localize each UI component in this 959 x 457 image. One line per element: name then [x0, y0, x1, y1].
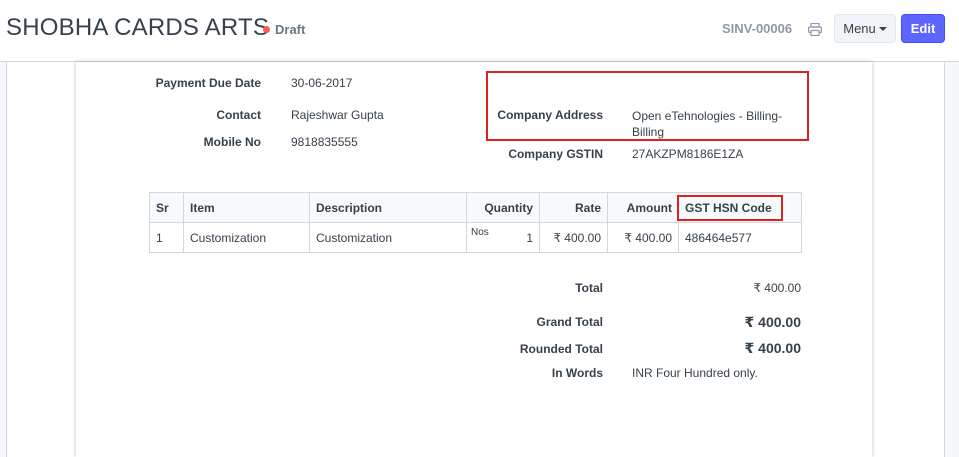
in-words-value: INR Four Hundred only.	[632, 366, 758, 380]
rounded-total-label: Rounded Total	[519, 342, 603, 356]
cell-quantity: Nos 1	[466, 222, 540, 253]
in-words-label: In Words	[551, 366, 603, 380]
cell-qty: 1	[526, 230, 533, 245]
document-number: SINV-00006	[722, 21, 793, 36]
status-indicator: Draft	[263, 22, 305, 37]
company-address-label: Company Address	[497, 108, 603, 122]
cell-sr: 1	[149, 222, 184, 253]
payment-due-date-label: Payment Due Date	[155, 76, 261, 90]
contact-label: Contact	[216, 108, 261, 122]
cell-rate: ₹ 400.00	[539, 222, 608, 253]
contact-value: Rajeshwar Gupta	[291, 108, 384, 122]
menu-button-label: Menu	[843, 21, 876, 36]
cell-amount: ₹ 400.00	[607, 222, 679, 253]
grand-total-value: ₹ 400.00	[744, 314, 801, 330]
col-header-quantity: Quantity	[466, 192, 540, 223]
mobile-no-label: Mobile No	[203, 135, 261, 149]
menu-button[interactable]: Menu	[834, 14, 896, 43]
total-value: ₹ 400.00	[753, 281, 801, 295]
payment-due-date-value: 30-06-2017	[291, 76, 353, 90]
rounded-total-value: ₹ 400.00	[744, 340, 801, 356]
company-gstin-label: Company GSTIN	[508, 147, 603, 161]
col-header-item: Item	[183, 192, 310, 223]
edit-button[interactable]: Edit	[901, 14, 945, 43]
cell-uom: Nos	[471, 226, 489, 238]
page-title: SHOBHA CARDS ARTS	[6, 14, 270, 41]
col-header-rate: Rate	[539, 192, 608, 223]
caret-down-icon	[878, 27, 887, 31]
company-gstin-value: 27AKZPM8186E1ZA	[632, 147, 744, 161]
col-header-description: Description	[309, 192, 467, 223]
status-dot-icon	[263, 26, 270, 33]
print-icon[interactable]	[808, 23, 822, 36]
col-header-sr: Sr	[149, 192, 184, 223]
cell-hsn: 486464e577	[678, 222, 802, 253]
status-label: Draft	[275, 22, 306, 37]
total-label: Total	[575, 281, 603, 295]
page-header: SHOBHA CARDS ARTS Draft SINV-00006 Menu …	[0, 0, 959, 62]
col-header-amount: Amount	[607, 192, 679, 223]
gst-hsn-header-highlight	[677, 195, 783, 221]
mobile-no-value: 9818835555	[291, 135, 358, 149]
company-address-value: Open eTehnologies - Billing-Billing	[632, 109, 783, 139]
cell-item: Customization	[183, 222, 310, 253]
table-row: 1 Customization Customization Nos 1 ₹ 400…	[149, 222, 802, 253]
grand-total-label: Grand Total	[536, 315, 603, 329]
cell-description: Customization	[309, 222, 467, 253]
